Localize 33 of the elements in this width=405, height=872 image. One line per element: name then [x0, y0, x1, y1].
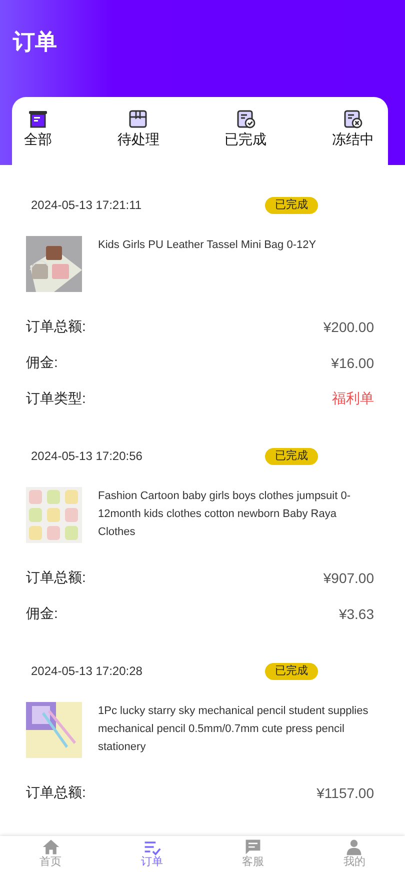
- order-time: 2024-05-13 17:20:56: [31, 449, 144, 463]
- nav-tab[interactable]: 订单: [122, 836, 182, 872]
- order-time: 2024-05-13 17:21:11: [31, 198, 143, 212]
- field-label: 订单总额:: [26, 569, 86, 587]
- package-icon: [128, 109, 148, 129]
- field-label: 佣金:: [26, 354, 58, 372]
- document-check-icon: [236, 109, 256, 129]
- filter-tab[interactable]: 已完成: [224, 109, 267, 149]
- field-label: 佣金:: [26, 605, 58, 623]
- status-tag: 已完成: [265, 662, 318, 680]
- person-icon: [345, 838, 364, 856]
- field-value: 福利单: [332, 390, 374, 408]
- field-value: ¥200.00: [323, 319, 374, 335]
- field-value: ¥1157.00: [316, 785, 374, 801]
- field-label: 订单总额:: [26, 318, 86, 336]
- home-icon: [42, 838, 60, 856]
- field-label: 订单总额:: [26, 784, 86, 802]
- field-label: 订单类型:: [26, 390, 86, 408]
- field-value: ¥3.63: [338, 606, 374, 622]
- page-title: 订单: [12, 28, 58, 56]
- filter-tab[interactable]: 全部: [24, 109, 52, 149]
- filter-tab[interactable]: 待处理: [117, 109, 160, 149]
- product-title: 1Pc lucky starry sky mechanical pencil student supplies mechanical pencil 0.5mm/0.7mm cute press pencil stationery: [98, 704, 370, 755]
- status-tag: 已完成: [265, 448, 318, 464]
- document-cross-icon: [342, 109, 363, 129]
- field-value: ¥16.00: [331, 355, 374, 371]
- status-tag: 已完成: [265, 196, 318, 214]
- box-icon: [28, 109, 48, 129]
- order-time: 2024-05-13 17:20:28: [31, 664, 144, 678]
- field-value: ¥907.00: [323, 570, 374, 586]
- product-title: Kids Girls PU Leather Tassel Mini Bag 0-12Y: [98, 238, 316, 253]
- filter-tab[interactable]: 冻结中: [332, 109, 374, 149]
- product-title: Fashion Cartoon baby girls boys clothes jumpsuit 0-12month kids clothes cotton newborn Baby Raya Clothes: [98, 489, 352, 540]
